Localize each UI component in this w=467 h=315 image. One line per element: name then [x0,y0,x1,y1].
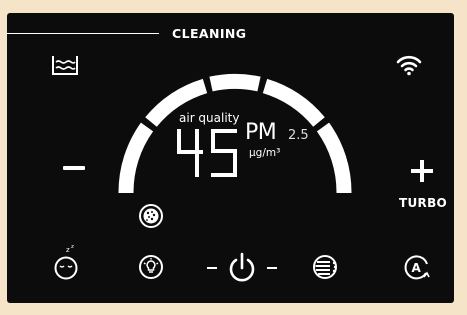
water-tank-icon [52,56,78,75]
arc-segment [209,73,261,92]
svg-text:A: A [412,261,422,275]
turbo-label[interactable]: TURBO [399,196,447,210]
air-quality-label: air quality [179,111,240,125]
light-bulb-icon[interactable] [138,254,164,280]
filter-status-icon[interactable] [138,203,164,229]
auto-mode-icon[interactable]: A [403,253,431,283]
wifi-icon[interactable] [396,54,422,76]
fan-speed-icon[interactable] [312,254,340,280]
concentration-unit-label: μg/m³ [249,147,281,159]
plus-icon[interactable] [420,160,424,182]
arc-segment [316,122,352,194]
power-icon[interactable] [227,252,257,284]
status-label: CLEANING [172,26,247,41]
status-leader-line [7,33,159,34]
svg-text:z: z [66,246,70,254]
pm-unit-label: PM [245,120,277,145]
pm-size-label: 2.5 [288,128,309,143]
arc-segment [118,122,154,194]
arc-segment [262,78,325,127]
svg-text:z: z [71,244,74,250]
air-quality-value-digits [177,129,237,177]
decrease-button[interactable] [63,166,85,170]
control-panel: CLEANING air quality 45 [7,13,454,303]
sleep-mode-icon[interactable]: z z [52,244,82,280]
